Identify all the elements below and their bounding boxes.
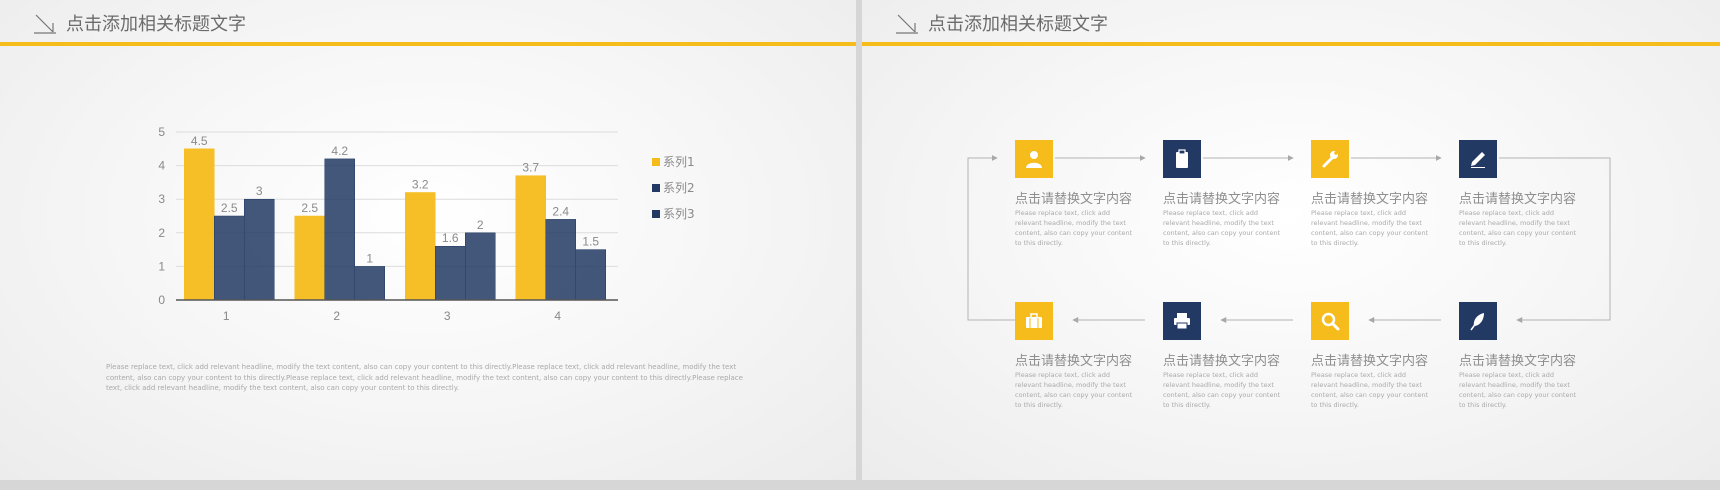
node-title[interactable]: 点击请替换文字内容 <box>1311 188 1428 207</box>
data-label: 2 <box>477 218 484 232</box>
node-description[interactable]: Please replace text, click add relevant … <box>1459 208 1581 248</box>
node-icon-box <box>1459 302 1497 340</box>
x-tick-label: 1 <box>223 309 230 323</box>
bar <box>324 158 355 301</box>
y-tick-label: 5 <box>158 125 165 139</box>
legend-swatch <box>652 184 660 192</box>
data-label: 3.7 <box>522 161 539 175</box>
bar <box>465 232 496 301</box>
bar <box>435 245 466 301</box>
clipboard-icon <box>1176 149 1188 168</box>
slide-left[interactable]: 点击添加相关标题文字 0 1 2 3 4 5 4.5 2.5 3 1 2.5 4.2 1 2 3.2 1.6 2… <box>0 0 856 480</box>
data-label: 3.2 <box>412 177 429 191</box>
data-label: 2.5 <box>221 201 238 215</box>
briefcase-icon <box>1026 313 1042 328</box>
data-label: 4.5 <box>191 134 208 148</box>
legend-item: 系列2 <box>652 179 695 196</box>
node-title[interactable]: 点击请替换文字内容 <box>1015 188 1132 207</box>
node-title[interactable]: 点击请替换文字内容 <box>1163 350 1280 369</box>
y-tick-label: 1 <box>158 259 165 273</box>
node-icon-box <box>1311 140 1349 178</box>
data-label: 1 <box>366 251 373 265</box>
bar <box>354 266 385 301</box>
node-description[interactable]: Please replace text, click add relevant … <box>1459 370 1581 410</box>
bar <box>184 148 215 301</box>
legend-label: 系列2 <box>663 181 695 195</box>
slide-right[interactable]: 点击添加相关标题文字 点击请替换文字内容 Please replace text,… <box>862 0 1720 480</box>
data-label: 4.2 <box>331 144 348 158</box>
node-description[interactable]: Please replace text, click add relevant … <box>1015 370 1137 410</box>
data-label: 2.5 <box>301 201 318 215</box>
node-icon-box <box>1015 302 1053 340</box>
y-tick-label: 0 <box>158 293 165 307</box>
node-title[interactable]: 点击请替换文字内容 <box>1459 350 1576 369</box>
legend-item: 系列1 <box>652 153 695 170</box>
bar <box>214 215 245 301</box>
feather-icon <box>1470 313 1484 331</box>
node-description[interactable]: Please replace text, click add relevant … <box>1311 370 1433 410</box>
bar <box>575 249 606 301</box>
chart-caption[interactable]: Please replace text, click add relevant … <box>106 362 756 394</box>
data-label: 3 <box>256 184 263 198</box>
x-tick-label: 4 <box>554 309 561 323</box>
node-title[interactable]: 点击请替换文字内容 <box>1311 350 1428 369</box>
bar <box>405 192 436 301</box>
data-label: 2.4 <box>552 204 569 218</box>
node-description[interactable]: Please replace text, click add relevant … <box>1163 208 1285 248</box>
bar <box>515 175 546 301</box>
flow-connectors <box>967 155 1611 323</box>
node-icon-box <box>1015 140 1053 178</box>
wrench-icon <box>1322 151 1338 168</box>
legend-swatch <box>652 210 660 218</box>
node-title[interactable]: 点击请替换文字内容 <box>1015 350 1132 369</box>
node-title[interactable]: 点击请替换文字内容 <box>1459 188 1576 207</box>
x-tick-label: 3 <box>444 309 451 323</box>
flow-arrow <box>967 155 1015 321</box>
node-icon-box <box>1311 302 1349 340</box>
node-icon-box <box>1163 302 1201 340</box>
bar <box>294 215 325 301</box>
node-description[interactable]: Please replace text, click add relevant … <box>1015 208 1137 248</box>
y-tick-label: 2 <box>158 226 165 240</box>
y-tick-label: 3 <box>158 192 165 206</box>
node-icon-box <box>1163 140 1201 178</box>
legend-label: 系列3 <box>663 207 695 221</box>
bar-chart: 0 1 2 3 4 5 4.5 2.5 3 1 2.5 4.2 1 2 3.2 1.6 2 3 3.7 2.4 1.5 4 <box>158 125 618 323</box>
node-title[interactable]: 点击请替换文字内容 <box>1163 188 1280 207</box>
y-tick-label: 4 <box>158 159 165 173</box>
legend-swatch <box>652 158 660 166</box>
user-icon <box>1026 151 1042 168</box>
printer-icon <box>1174 313 1190 330</box>
bar <box>545 219 576 301</box>
bar <box>244 198 275 301</box>
node-icon-box <box>1459 140 1497 178</box>
data-label: 1.6 <box>442 231 459 245</box>
pencil-icon <box>1471 152 1485 168</box>
x-tick-label: 2 <box>333 309 340 323</box>
node-description[interactable]: Please replace text, click add relevant … <box>1311 208 1433 248</box>
data-label: 1.5 <box>582 235 599 249</box>
legend-label: 系列1 <box>663 155 695 169</box>
legend-item: 系列3 <box>652 205 695 222</box>
search-icon <box>1321 312 1340 331</box>
node-description[interactable]: Please replace text, click add relevant … <box>1163 370 1285 410</box>
